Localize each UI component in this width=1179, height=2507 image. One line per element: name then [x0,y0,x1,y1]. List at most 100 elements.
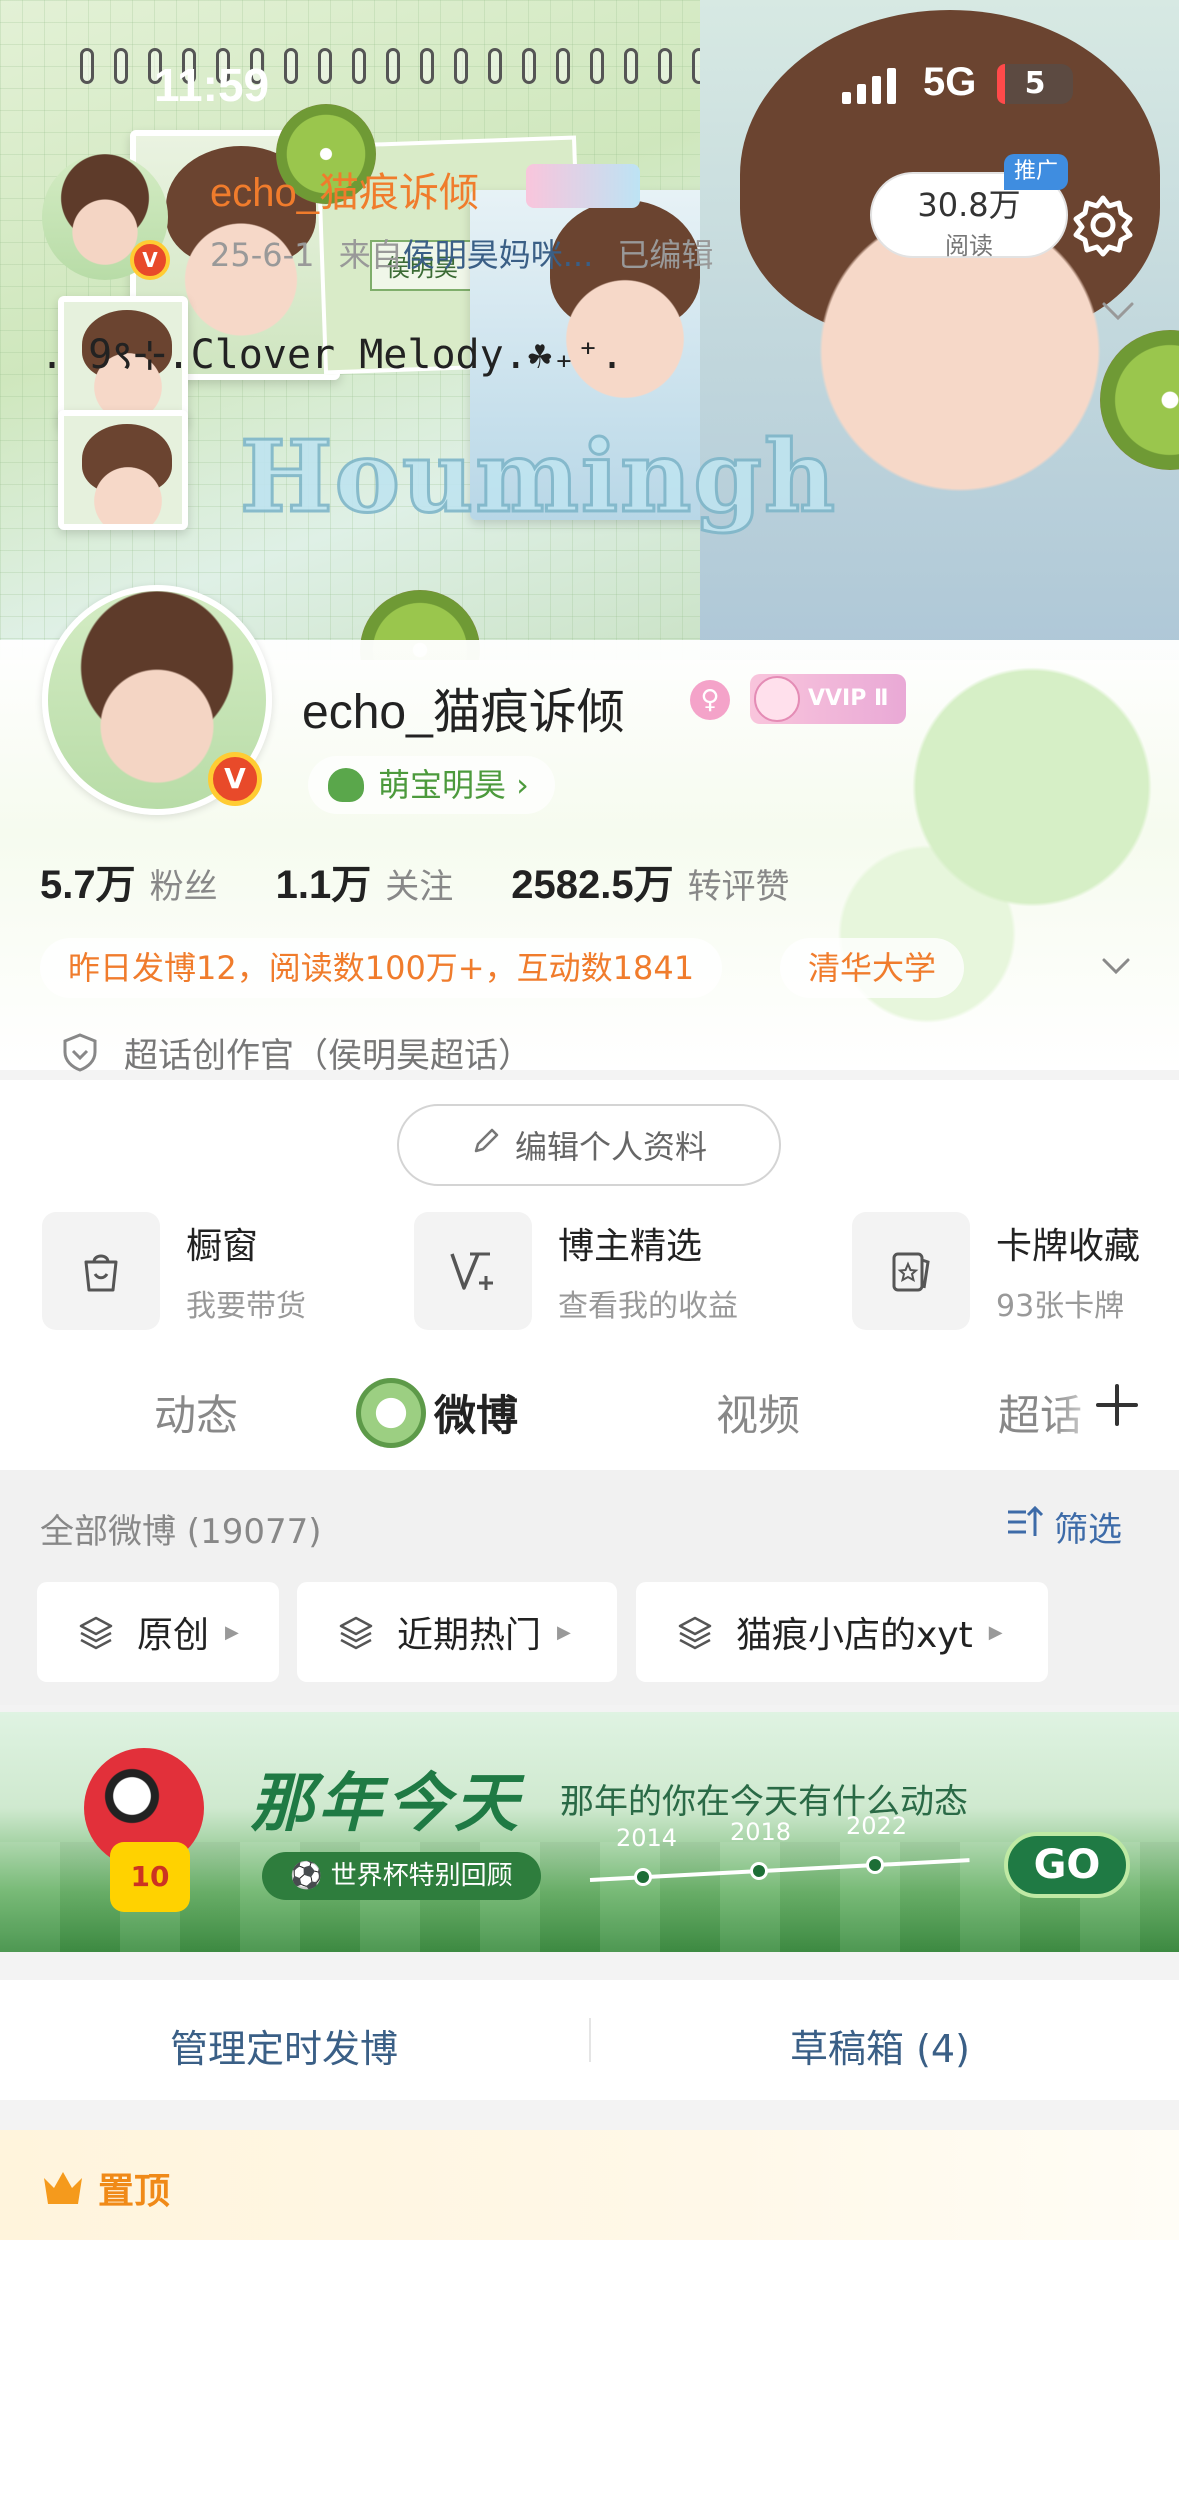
layers-icon [676,1613,714,1651]
chip-label: 近期热门 [397,1615,542,1656]
followers-label: 粉丝 [149,867,218,907]
post-vip-badge [526,164,640,208]
layers-icon [77,1613,115,1651]
v-plus-icon [414,1212,532,1330]
filter-chip-shop[interactable]: 猫痕小店的xyt ▶ [636,1582,1048,1682]
feature-subtitle: 查看我的收益 [558,1289,738,1324]
timeline-dot [866,1856,884,1874]
activity-summary-chip[interactable]: 昨日发博12，阅读数100万+，互动数1841 [40,938,723,998]
pinned-text: 置顶 [98,2171,171,2212]
feature-showcase[interactable]: 橱窗 我要带货 [42,1212,306,1330]
timeline-year: 2018 [730,1818,792,1846]
feature-title: 橱窗 [186,1226,259,1267]
feature-title: 博主精选 [558,1226,703,1267]
filter-icon [1004,1502,1044,1551]
status-bar: 11:59 5G 5 [0,52,1179,112]
post-meta: 25-6-1 来自侯明昊妈咪... 已编辑 [210,230,713,276]
layers-icon [337,1613,375,1651]
on-this-day-title: 那年今天 [250,1767,522,1841]
super-topic-creator[interactable]: 超话创作官（侯明昊超话） [60,1024,532,1080]
pinned-post[interactable]: 置顶 [0,2130,1179,2507]
edit-profile-button[interactable]: 编辑个人资料 [397,1104,781,1186]
filter-chip-original[interactable]: 原创 ▶ [37,1582,279,1682]
school-chip[interactable]: 清华大学 [780,938,965,998]
feature-subtitle: 93张卡牌 [996,1289,1125,1324]
soccer-ball-icon: ⚽ [290,1861,331,1891]
followers-count: 5.7万 [40,863,136,907]
timeline-year: 2022 [846,1812,908,1840]
caret-right-icon: ▶ [557,1621,571,1643]
tab-dynamic[interactable]: 动态 [154,1382,238,1443]
verified-v-badge: V [130,240,170,280]
profile-tabs: 动态 微博 视频 超话 [0,1360,1179,1470]
network-type: 5G [923,60,977,104]
gender-female-icon: ♀ [690,680,730,720]
mascot-jersey: 10 [110,1842,190,1912]
add-tab-icon[interactable] [1092,1380,1142,1430]
feature-picks[interactable]: 博主精选查看我的收益 [414,1212,738,1330]
super-topic-label: 超话创作官（侯明昊超话） [124,1035,532,1076]
post-text: . 9९⊹.Clover Melody.☘₊⁺. [40,332,625,378]
likes-stat[interactable]: 2582.5万 转评赞 [511,852,789,910]
settings-gear-icon[interactable] [1068,190,1138,260]
filter-button[interactable]: 筛选 [1004,1502,1122,1551]
shopping-bag-icon [42,1212,160,1330]
post-author-name[interactable]: echo_猫痕诉倾 [210,160,479,218]
filter-chip-hot[interactable]: 近期热门 ▶ [297,1582,617,1682]
profile-stats: 5.7万 粉丝 1.1万 关注 2582.5万 转评赞 [40,852,848,910]
tab-video[interactable]: 视频 [716,1382,800,1443]
post-edited: 已编辑 [617,236,714,274]
edit-profile-label: 编辑个人资料 [514,1128,707,1166]
all-posts-count: 全部微博 (19077) [40,1512,322,1552]
read-label: 阅读 [945,232,993,260]
timeline-dot [750,1862,768,1880]
chip-label: 猫痕小店的xyt [736,1615,973,1656]
pinned-header-bg [0,2130,1179,2240]
vvip-label: VVIP Ⅱ [808,686,889,711]
divider [589,2018,591,2062]
promote-badge[interactable]: 推广 [1004,154,1069,190]
fan-group-chip[interactable]: 萌宝明昊 › [308,756,555,814]
fan-group-label: 萌宝明昊 › [378,766,529,804]
following-stat[interactable]: 1.1万 关注 [276,852,454,910]
profile-username: echo_猫痕诉倾 [302,686,625,739]
following-count: 1.1万 [275,863,372,907]
go-button[interactable]: GO [1004,1832,1130,1898]
timeline-year: 2014 [616,1824,678,1852]
pig-mascot-icon [754,676,800,722]
timeline-dot [634,1868,652,1886]
vvip-badge[interactable]: VVIP Ⅱ [750,674,906,724]
feature-title: 卡牌收藏 [996,1226,1141,1267]
following-label: 关注 [385,867,454,907]
pencil-icon [471,1126,501,1164]
feature-cards[interactable]: 卡牌收藏 93张卡牌 [852,1212,1140,1330]
likes-count: 2582.5万 [511,863,674,907]
signal-icon [842,68,896,104]
manage-row: 管理定时发博 草稿箱 (4) [0,1980,1179,2100]
worldcup-pill: ⚽ 世界杯特别回顾 [262,1852,541,1900]
post-from-prefix: 来自 [338,236,403,274]
chip-label: 原创 [137,1615,210,1656]
verified-v-badge: V [208,752,262,806]
post-more-chevron-icon[interactable] [1100,292,1136,328]
filter-label: 筛选 [1054,1510,1122,1550]
clover-tab-decoration [356,1378,426,1448]
cat-icon [328,768,364,802]
chevron-down-icon[interactable] [1100,950,1132,982]
status-time: 11:59 [154,59,270,111]
scheduled-posts-button[interactable]: 管理定时发博 [170,2018,398,2073]
pinned-label: 置顶 [40,2162,170,2214]
cover-photo-3 [58,410,188,530]
shield-icon [60,1032,100,1072]
post-source[interactable]: 侯明昊妈咪... [403,236,594,274]
followers-stat[interactable]: 5.7万 粉丝 [40,852,218,910]
cover-title-text: Houmingh [238,419,838,537]
tab-weibo[interactable]: 微博 [434,1382,518,1443]
drafts-button[interactable]: 草稿箱 (4) [790,2018,970,2073]
battery-icon: 5 [997,64,1073,104]
feature-subtitle: 我要带货 [186,1289,306,1324]
crown-icon [40,2168,86,2208]
on-this-day-banner[interactable]: 10 那年今天 那年的你在今天有什么动态 ⚽ 世界杯特别回顾 2014 2018… [0,1712,1179,1952]
worldcup-label: 世界杯特别回顾 [330,1861,513,1891]
card-star-icon [852,1212,970,1330]
